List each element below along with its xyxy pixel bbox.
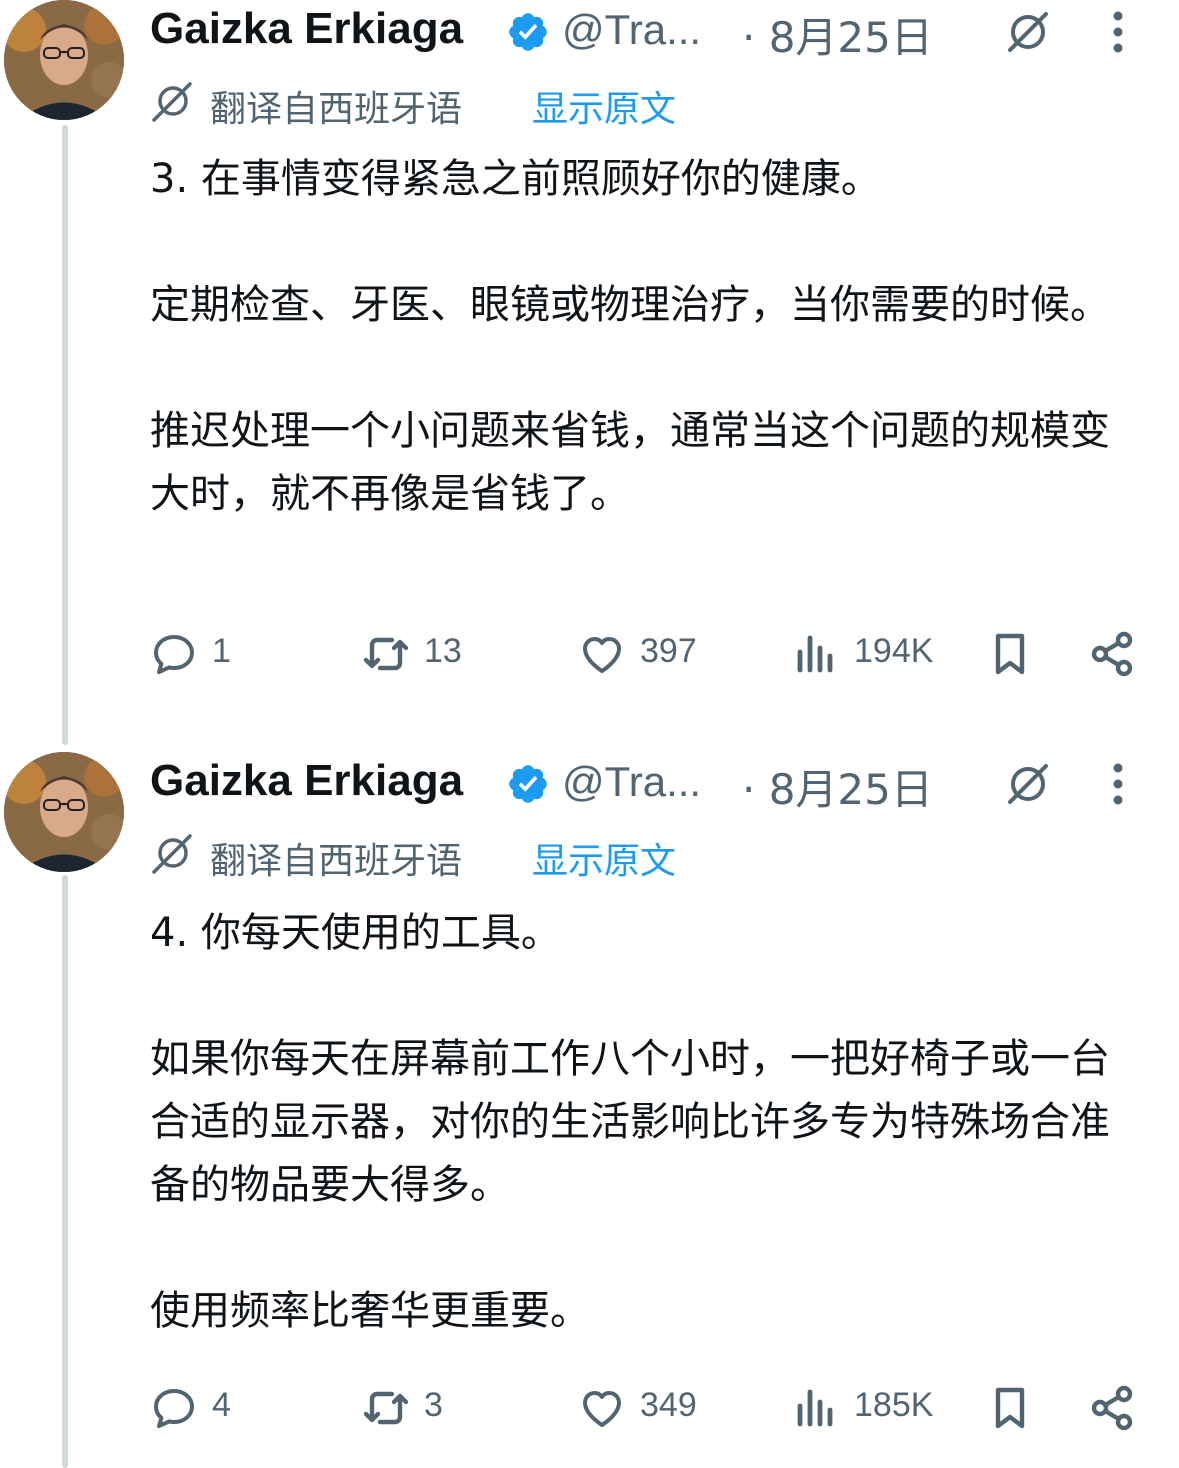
retweet-button[interactable]: 13 xyxy=(362,622,512,682)
grok-icon[interactable] xyxy=(1002,758,1054,810)
reply-count: 4 xyxy=(212,1386,231,1424)
reply-button[interactable]: 4 xyxy=(150,1376,300,1436)
bookmark-button[interactable] xyxy=(986,622,1036,682)
like-count: 397 xyxy=(640,632,697,670)
tweet[interactable]: Gaizka Erkiaga @Tra... · 8月25日 翻译自西班牙语 显… xyxy=(0,0,1179,740)
share-button[interactable] xyxy=(1088,622,1138,682)
views-button[interactable]: 194K xyxy=(792,622,972,682)
tweet-actions: 1 13 397 194K xyxy=(150,622,1140,682)
more-vertical-icon[interactable] xyxy=(1100,758,1136,810)
bookmark-button[interactable] xyxy=(986,1376,1036,1436)
show-original-link[interactable]: 显示原文 xyxy=(532,832,676,884)
author-name[interactable]: Gaizka Erkiaga xyxy=(150,756,463,806)
heart-icon xyxy=(583,1391,621,1427)
retweet-count: 3 xyxy=(424,1386,443,1424)
like-button[interactable]: 397 xyxy=(578,622,738,682)
author-handle[interactable]: @Tra... xyxy=(562,6,701,54)
reply-icon xyxy=(154,1389,194,1428)
heart-icon xyxy=(583,637,621,673)
tweet-date[interactable]: · 8月25日 xyxy=(742,4,933,65)
author-name[interactable]: Gaizka Erkiaga xyxy=(150,4,463,54)
avatar[interactable] xyxy=(4,752,124,872)
like-count: 349 xyxy=(640,1386,697,1424)
author-handle[interactable]: @Tra... xyxy=(562,758,701,806)
translated-from-label: 翻译自西班牙语 xyxy=(210,841,463,882)
translate-icon xyxy=(152,834,192,874)
grok-icon[interactable] xyxy=(1002,6,1054,58)
bookmark-icon xyxy=(995,633,1025,675)
retweet-count: 13 xyxy=(424,632,462,670)
like-button[interactable]: 349 xyxy=(578,1376,738,1436)
retweet-icon xyxy=(363,637,409,671)
tweet[interactable]: Gaizka Erkiaga @Tra... · 8月25日 翻译自西班牙语 显… xyxy=(0,752,1179,1468)
tweet-text: 3. 在事情变得紧急之前照顾好你的健康。 定期检查、牙医、眼镜或物理治疗，当你需… xyxy=(150,156,1110,517)
tweet-date[interactable]: · 8月25日 xyxy=(742,756,933,817)
share-button[interactable] xyxy=(1088,1376,1138,1436)
reply-button[interactable]: 1 xyxy=(150,622,300,682)
bookmark-icon xyxy=(995,1387,1025,1429)
reply-count: 1 xyxy=(212,632,231,670)
translate-icon xyxy=(152,82,192,122)
tweet-actions: 4 3 349 185K xyxy=(150,1376,1140,1436)
view-count: 185K xyxy=(854,1386,934,1424)
more-vertical-icon[interactable] xyxy=(1100,6,1136,58)
tweet-header: Gaizka Erkiaga @Tra... · 8月25日 xyxy=(150,752,1179,814)
avatar[interactable] xyxy=(4,0,124,120)
tweet-text: 4. 你每天使用的工具。 如果你每天在屏幕前工作八个小时，一把好椅子或一台合适的… xyxy=(150,910,1110,1334)
retweet-button[interactable]: 3 xyxy=(362,1376,512,1436)
retweet-icon xyxy=(363,1391,409,1425)
show-original-link[interactable]: 显示原文 xyxy=(532,80,676,132)
tweet-header: Gaizka Erkiaga @Tra... · 8月25日 xyxy=(150,0,1179,62)
translation-notice: 翻译自西班牙语 显示原文 xyxy=(150,828,850,884)
verified-badge-icon xyxy=(509,765,547,803)
reply-icon xyxy=(154,635,194,674)
verified-badge-icon xyxy=(509,13,547,51)
view-count: 194K xyxy=(854,632,934,670)
views-icon xyxy=(797,1389,833,1427)
share-icon xyxy=(1091,631,1133,677)
share-icon xyxy=(1091,1385,1133,1431)
translation-notice: 翻译自西班牙语 显示原文 xyxy=(150,76,850,132)
translated-from-label: 翻译自西班牙语 xyxy=(210,89,463,130)
views-icon xyxy=(797,635,833,673)
views-button[interactable]: 185K xyxy=(792,1376,972,1436)
